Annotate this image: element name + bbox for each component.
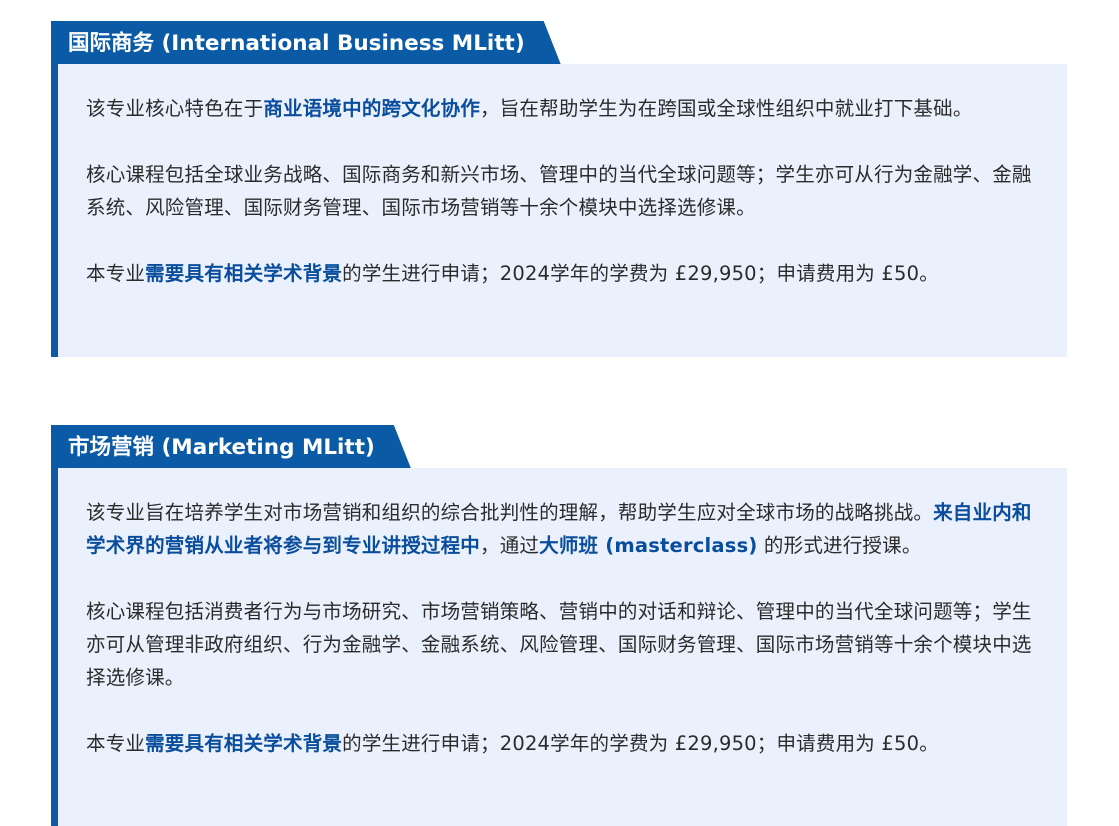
highlight-text: 需要具有相关学术背景 <box>145 262 343 285</box>
program-section-marketing: 市场营销 (Marketing MLitt) 该专业旨在培养学生对市场营销和组织… <box>51 425 1067 826</box>
section-content-box: 该专业核心特色在于商业语境中的跨文化协作，旨在帮助学生为在跨国或全球性组织中就业… <box>51 64 1067 357</box>
text-run: 该专业旨在培养学生对市场营销和组织的综合批判性的理解，帮助学生应对全球市场的战略… <box>86 501 934 524</box>
text-run: ，旨在帮助学生为在跨国或全球性组织中就业打下基础。 <box>480 97 973 120</box>
text-run: 该专业核心特色在于 <box>86 97 264 120</box>
highlight-text: 大师班 (masterclass) <box>539 534 758 557</box>
intro-paragraph: 该专业核心特色在于商业语境中的跨文化协作，旨在帮助学生为在跨国或全球性组织中就业… <box>86 92 1039 125</box>
admission-fee-paragraph: 本专业需要具有相关学术背景的学生进行申请；2024学年的学费为 £29,950；… <box>86 727 1039 760</box>
section-content-box: 该专业旨在培养学生对市场营销和组织的综合批判性的理解，帮助学生应对全球市场的战略… <box>51 468 1067 826</box>
section-title: 市场营销 (Marketing MLitt) <box>51 425 411 468</box>
highlight-text: 需要具有相关学术背景 <box>145 732 343 755</box>
text-run: ，通过 <box>480 534 540 557</box>
page: 国际商务 (International Business MLitt) 该专业核… <box>0 0 1119 826</box>
curriculum-paragraph: 核心课程包括全球业务战略、国际商务和新兴市场、管理中的当代全球问题等；学生亦可从… <box>86 163 1032 219</box>
section-header: 市场营销 (Marketing MLitt) <box>51 425 411 468</box>
text-run: 的学生进行申请；2024学年的学费为 £29,950；申请费用为 £50。 <box>342 262 939 285</box>
text-run: 的形式进行授课。 <box>757 534 922 557</box>
text-run: 的学生进行申请；2024学年的学费为 £29,950；申请费用为 £50。 <box>342 732 939 755</box>
program-section-international-business: 国际商务 (International Business MLitt) 该专业核… <box>51 21 1067 357</box>
intro-paragraph: 该专业旨在培养学生对市场营销和组织的综合批判性的理解，帮助学生应对全球市场的战略… <box>86 496 1039 562</box>
text-run: 本专业 <box>86 262 146 285</box>
highlight-text: 商业语境中的跨文化协作 <box>263 97 481 120</box>
curriculum-paragraph: 核心课程包括消费者行为与市场研究、市场营销策略、营销中的对话和辩论、管理中的当代… <box>86 600 1032 689</box>
admission-fee-paragraph: 本专业需要具有相关学术背景的学生进行申请；2024学年的学费为 £29,950；… <box>86 257 1039 290</box>
section-title: 国际商务 (International Business MLitt) <box>51 21 561 64</box>
section-header: 国际商务 (International Business MLitt) <box>51 21 561 64</box>
text-run: 本专业 <box>86 732 146 755</box>
